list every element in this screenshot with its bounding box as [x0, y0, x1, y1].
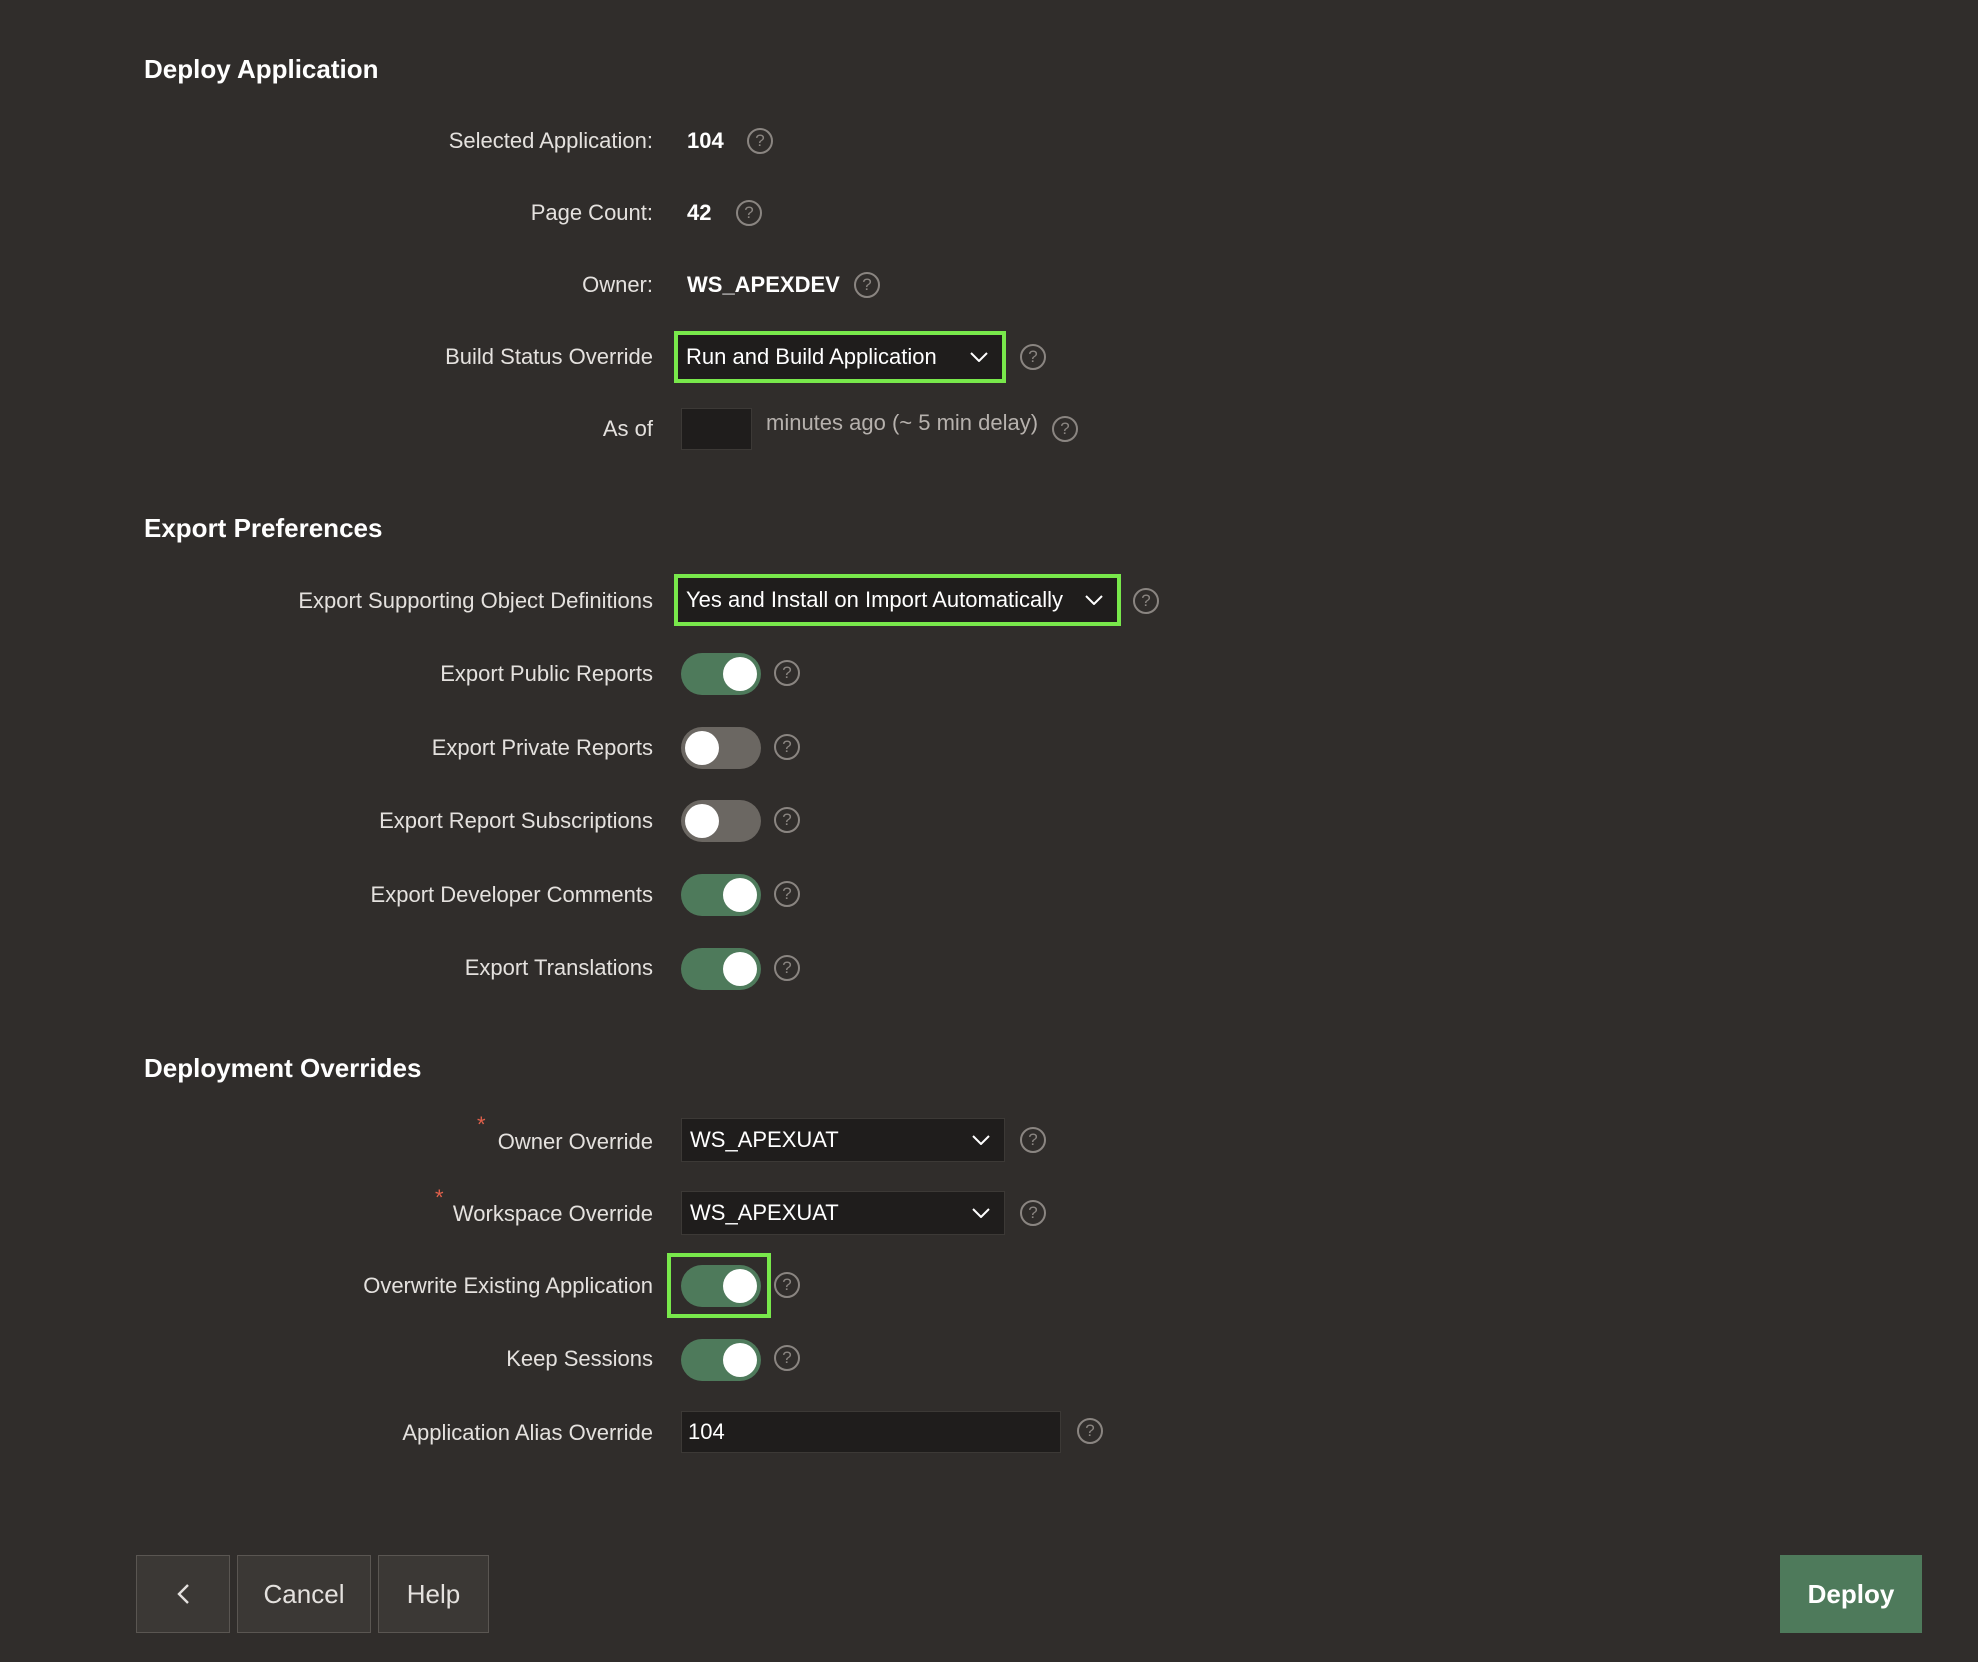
owner-label: Owner:: [582, 272, 653, 297]
export-report-subscriptions-label: Export Report Subscriptions: [379, 808, 653, 833]
section-title-export-preferences: Export Preferences: [144, 513, 383, 543]
help-icon[interactable]: ?: [774, 660, 800, 686]
section-title-deployment-overrides: Deployment Overrides: [144, 1053, 422, 1083]
help-icon[interactable]: ?: [774, 734, 800, 760]
owner-override-value: WS_APEXUAT: [690, 1127, 839, 1152]
selected-application-label: Selected Application:: [448, 128, 653, 153]
help-icon[interactable]: ?: [854, 272, 880, 298]
help-icon[interactable]: ?: [747, 128, 773, 154]
chevron-down-icon: [970, 352, 988, 362]
export-translations-toggle[interactable]: [681, 948, 761, 990]
help-icon[interactable]: ?: [1133, 588, 1159, 614]
required-marker: *: [477, 1112, 486, 1137]
as-of-minutes-input[interactable]: [681, 408, 752, 450]
toggle-knob: [685, 731, 719, 765]
help-icon[interactable]: ?: [774, 881, 800, 907]
page-count-label: Page Count:: [530, 200, 653, 225]
as-of-suffix-text: minutes ago (~ 5 min delay): [766, 410, 1039, 435]
chevron-down-icon: [972, 1135, 990, 1145]
owner-override-select[interactable]: WS_APEXUAT: [681, 1118, 1005, 1162]
export-private-reports-label: Export Private Reports: [431, 735, 653, 760]
help-icon[interactable]: ?: [736, 200, 762, 226]
help-icon[interactable]: ?: [1052, 416, 1078, 442]
toggle-knob: [723, 878, 757, 912]
chevron-down-icon: [972, 1208, 990, 1218]
export-supporting-objects-label: Export Supporting Object Definitions: [298, 588, 653, 613]
help-button[interactable]: Help: [378, 1555, 489, 1633]
cancel-button[interactable]: Cancel: [237, 1555, 371, 1633]
overwrite-existing-application-toggle[interactable]: [681, 1265, 761, 1307]
export-developer-comments-label: Export Developer Comments: [370, 882, 653, 907]
export-translations-label: Export Translations: [464, 955, 653, 980]
toggle-knob: [723, 657, 757, 691]
export-public-reports-label: Export Public Reports: [440, 661, 653, 686]
workspace-override-value: WS_APEXUAT: [690, 1200, 839, 1225]
help-icon[interactable]: ?: [1020, 1127, 1046, 1153]
export-developer-comments-toggle[interactable]: [681, 874, 761, 916]
chevron-down-icon: [1085, 595, 1103, 605]
build-status-override-value: Run and Build Application: [686, 344, 937, 369]
help-icon[interactable]: ?: [1077, 1418, 1103, 1444]
toggle-knob: [723, 1269, 757, 1303]
export-public-reports-toggle[interactable]: [681, 653, 761, 695]
selected-application-value: 104: [687, 128, 724, 153]
toggle-knob: [723, 1343, 757, 1377]
overwrite-existing-application-label: Overwrite Existing Application: [363, 1273, 653, 1298]
section-title-deploy-application: Deploy Application: [144, 54, 379, 84]
keep-sessions-toggle[interactable]: [681, 1339, 761, 1381]
required-marker: *: [435, 1185, 444, 1210]
toggle-knob: [723, 952, 757, 986]
help-icon[interactable]: ?: [774, 1272, 800, 1298]
help-icon[interactable]: ?: [774, 955, 800, 981]
owner-value: WS_APEXDEV: [687, 272, 840, 297]
chevron-left-icon: [177, 1584, 189, 1604]
deploy-button[interactable]: Deploy: [1780, 1555, 1922, 1633]
export-supporting-objects-value: Yes and Install on Import Automatically: [686, 587, 1064, 612]
owner-override-label: Owner Override: [497, 1129, 653, 1154]
export-private-reports-toggle[interactable]: [681, 727, 761, 769]
help-icon[interactable]: ?: [774, 807, 800, 833]
build-status-override-label: Build Status Override: [445, 344, 653, 369]
help-icon[interactable]: ?: [1020, 1200, 1046, 1226]
page-count-value: 42: [687, 200, 712, 225]
help-icon[interactable]: ?: [1020, 344, 1046, 370]
workspace-override-select[interactable]: WS_APEXUAT: [681, 1191, 1005, 1235]
keep-sessions-label: Keep Sessions: [506, 1346, 653, 1371]
as-of-label: As of: [602, 416, 653, 441]
back-button[interactable]: [136, 1555, 230, 1633]
export-report-subscriptions-toggle[interactable]: [681, 800, 761, 842]
workspace-override-label: Workspace Override: [452, 1201, 653, 1226]
toggle-knob: [685, 804, 719, 838]
export-supporting-objects-select[interactable]: Yes and Install on Import Automatically: [674, 574, 1121, 626]
application-alias-override-label: Application Alias Override: [402, 1420, 653, 1445]
application-alias-override-input[interactable]: 104: [681, 1411, 1061, 1453]
build-status-override-select[interactable]: Run and Build Application: [674, 331, 1006, 383]
help-icon[interactable]: ?: [774, 1345, 800, 1371]
